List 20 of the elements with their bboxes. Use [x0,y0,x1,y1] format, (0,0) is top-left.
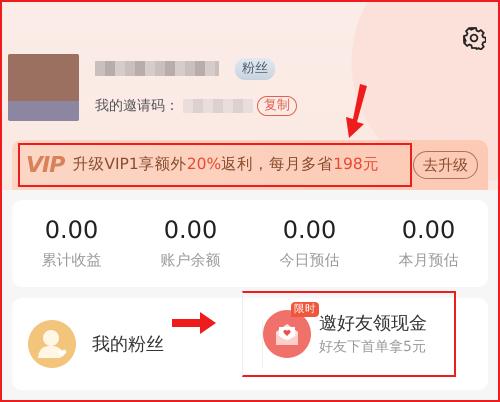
blurred-invite-code [183,99,253,113]
vip-logo: VIP [26,152,64,180]
stat-label: 累计收益 [40,250,102,271]
annotation-arrow [172,312,216,334]
stat-label: 账户余额 [160,250,222,271]
fan-badge: 粉丝 [235,58,275,80]
limited-time-tag: 限时 [291,302,319,317]
fans-link[interactable]: 我的粉丝 [92,330,164,358]
stat-value: 0.00 [162,216,218,245]
upgrade-button[interactable]: 去升级 [413,150,478,180]
settings-icon[interactable] [462,26,486,50]
vip-upgrade-message: 升级VIP1享额外20%返利，每月多省198元 [72,154,379,176]
invite-reward-text: 好友下首单拿5元 [319,338,427,357]
stat-label: 今日预估 [278,250,340,271]
stat-value: 0.00 [400,216,456,245]
invite-code-label: 我的邀请码： [95,96,179,116]
stat-value: 0.00 [44,216,100,245]
invite-friends-link[interactable]: 邀好友领现金 [319,310,427,337]
stat-label: 本月预估 [398,250,460,271]
stat-value: 0.00 [282,216,338,245]
